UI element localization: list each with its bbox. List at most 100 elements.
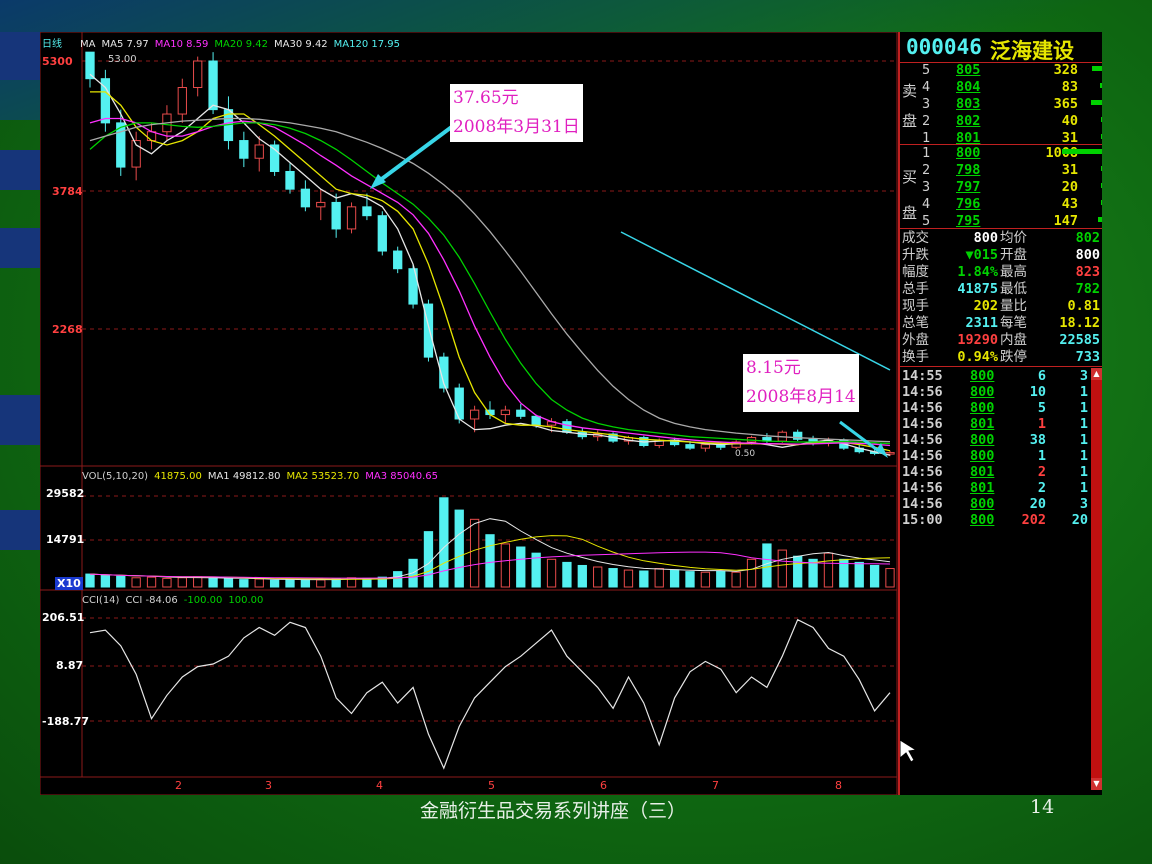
candle-body <box>300 188 311 208</box>
volume-tick-top: 29582 <box>46 487 85 500</box>
tick-count: 1 <box>1079 416 1088 432</box>
sell-level-row[interactable]: 4 804 83 <box>900 79 1102 95</box>
level-volume: 20 <box>1061 179 1078 195</box>
tick-row[interactable]: 14:56 800 20 3 <box>900 496 1090 512</box>
tick-row[interactable]: 15:00 800 202 20 <box>900 512 1090 528</box>
quote-panel: 000046 泛海建设 卖盘 买盘 5 805 328 4 804 83 3 803 365 2 8… <box>898 32 1102 795</box>
scroll-down-arrow-icon[interactable]: ▼ <box>1091 778 1102 790</box>
price-tick-mid: 3784 <box>52 185 83 198</box>
tick-volume: 20 <box>1029 496 1046 512</box>
candle-body <box>285 170 295 190</box>
ma-legend-item: MA20 9.42 <box>214 39 269 50</box>
annotation-low: 8.15元 2008年8月14 <box>743 354 859 412</box>
quote-value: 1.84% <box>957 264 998 280</box>
level-volume-bar <box>1101 166 1102 171</box>
tick-volume: 2 <box>1037 464 1046 480</box>
tick-row[interactable]: 14:56 800 1 1 <box>900 448 1090 464</box>
cci-panel-header: CCI(14) CCI -84.06 -100.00 100.00 <box>82 595 269 606</box>
volume-bar <box>208 577 218 588</box>
volume-bar <box>300 579 311 588</box>
buy-level-row[interactable]: 18001008 <box>900 145 1102 161</box>
quote-label: 现手 <box>902 298 929 314</box>
tick-volume: 1 <box>1037 416 1046 432</box>
volume-bar <box>331 578 341 588</box>
volume-bar <box>669 569 680 588</box>
sell-level-row[interactable]: 1 801 31 <box>900 130 1102 146</box>
tick-price: 800 <box>970 432 995 448</box>
level-volume-bar <box>1098 217 1102 222</box>
quote-label: 内盘 <box>1000 332 1027 348</box>
volume-bar <box>254 578 264 588</box>
candle-body <box>239 140 249 159</box>
scroll-up-arrow-icon[interactable]: ▲ <box>1091 368 1102 380</box>
period-label[interactable]: 日线 <box>42 39 62 50</box>
level-price: 798 <box>956 162 981 178</box>
candle-body <box>685 444 695 449</box>
time-axis-label: 6 <box>600 779 607 792</box>
level-number: 4 <box>922 196 931 212</box>
volume-tick-mid: 14791 <box>46 533 85 546</box>
candle-body <box>208 60 218 111</box>
volume-bar <box>393 571 403 588</box>
volume-bar <box>146 576 157 588</box>
cci-legend-item: 100.00 <box>228 595 264 606</box>
time-axis-label: 7 <box>712 779 719 792</box>
candle-body <box>377 215 387 252</box>
buy-level-row[interactable]: 5 795 147 <box>900 213 1102 229</box>
tick-row[interactable]: 14:56 800 5 1 <box>900 400 1090 416</box>
volume-bar <box>869 564 880 588</box>
level-volume-bar <box>1091 100 1102 105</box>
tick-volume: 2 <box>1037 480 1046 496</box>
stock-name[interactable]: 泛海建设 <box>990 35 1074 65</box>
tick-price: 801 <box>970 480 995 496</box>
volume-bar <box>469 518 480 588</box>
level-price: 801 <box>956 130 981 146</box>
level-number: 5 <box>922 213 931 229</box>
tick-time: 14:56 <box>902 496 943 512</box>
quote-label: 均价 <box>1000 230 1027 246</box>
candle-body <box>393 250 403 270</box>
stock-code[interactable]: 000046 <box>906 35 982 59</box>
volume-bar <box>100 574 111 588</box>
quote-value: 800 <box>973 230 998 246</box>
sell-level-row[interactable]: 2 802 40 <box>900 113 1102 129</box>
price-tick-top: 5300 <box>42 55 73 68</box>
level-number: 4 <box>922 79 931 95</box>
cci-tick-mid: 8.87 <box>56 659 84 672</box>
level-volume-bar <box>1101 200 1102 205</box>
tick-row[interactable]: 14:56 801 1 1 <box>900 416 1090 432</box>
candle-body <box>516 409 526 417</box>
sell-level-row[interactable]: 3 803 365 <box>900 96 1102 112</box>
tick-volume: 10 <box>1029 384 1046 400</box>
level-volume-bar <box>1062 149 1102 154</box>
tick-row[interactable]: 14:55 800 6 3 <box>900 368 1090 384</box>
buy-level-row[interactable]: 3 797 20 <box>900 179 1102 195</box>
volume-bars <box>85 497 895 588</box>
quote-value: 0.81 <box>1067 298 1100 314</box>
quote-value: 802 <box>1075 230 1100 246</box>
buy-level-row[interactable]: 4 796 43 <box>900 196 1102 212</box>
quote-value: 733 <box>1075 349 1100 365</box>
cci-line <box>89 618 891 770</box>
level-price: 802 <box>956 113 981 129</box>
tick-count: 1 <box>1079 384 1088 400</box>
scrollbar-track[interactable]: ▲ ▼ <box>1091 368 1102 790</box>
volume-bar <box>562 561 572 588</box>
tick-row[interactable]: 14:56 800 38 1 <box>900 432 1090 448</box>
time-axis-label: 8 <box>835 779 842 792</box>
sell-level-row[interactable]: 5 805 328 <box>900 62 1102 78</box>
annotation-low-price: 8.15元 <box>746 358 801 378</box>
tick-row[interactable]: 14:56 800 10 1 <box>900 384 1090 400</box>
ma-legend-item: MA10 8.59 <box>154 39 209 50</box>
volume-bar <box>762 543 772 588</box>
tick-row[interactable]: 14:56 801 2 1 <box>900 480 1090 496</box>
quote-label: 外盘 <box>902 332 929 348</box>
quote-label: 最低 <box>1000 281 1027 297</box>
volume-bar <box>623 569 634 588</box>
tick-row[interactable]: 14:56 801 2 1 <box>900 464 1090 480</box>
time-axis-label: 4 <box>376 779 383 792</box>
volume-bar <box>577 564 587 588</box>
buy-level-row[interactable]: 2 798 31 <box>900 162 1102 178</box>
volume-bar <box>654 568 664 588</box>
slide-decor-block <box>0 150 40 190</box>
